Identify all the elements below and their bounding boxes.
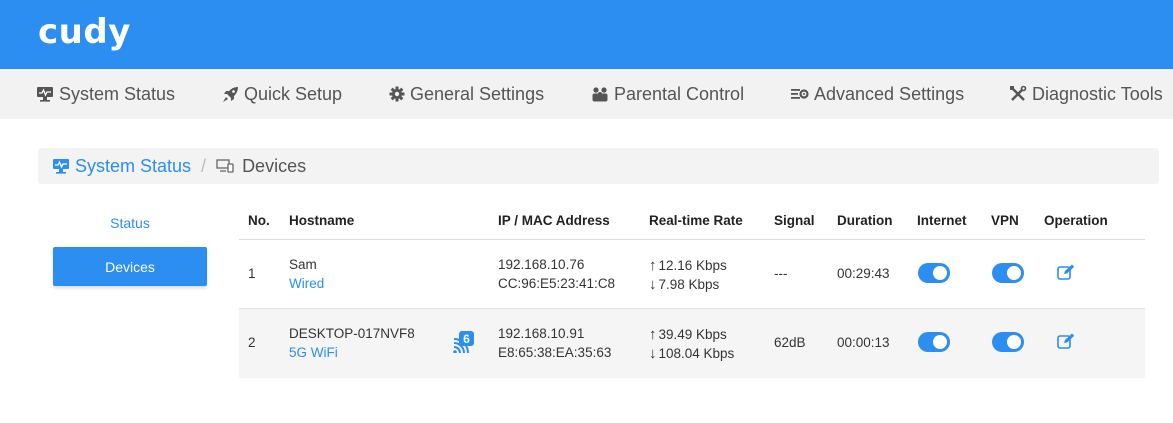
row-no: 1 <box>248 266 256 281</box>
row-no: 2 <box>248 335 256 350</box>
header-ip-mac: IP / MAC Address <box>498 213 610 228</box>
upload-value: 39.49 Kbps <box>658 327 727 342</box>
nav-label: Parental Control <box>614 83 745 104</box>
row-connection: Wired <box>289 276 325 291</box>
breadcrumb-system-status[interactable]: System Status <box>52 156 191 177</box>
row-signal: 62dB <box>774 335 806 350</box>
edit-icon[interactable] <box>1057 264 1075 281</box>
row-upload-rate: ↑ 39.49 Kbps <box>649 326 727 343</box>
download-value: 7.98 Kbps <box>658 277 720 292</box>
arrow-up-icon: ↑ <box>649 257 657 274</box>
header-hostname: Hostname <box>289 213 355 228</box>
gear-icon <box>389 86 405 102</box>
row-hostname: DESKTOP-017NVF8 <box>289 326 415 341</box>
nav-label: Advanced Settings <box>814 83 965 104</box>
nav-system-status[interactable]: System Status <box>36 69 175 119</box>
breadcrumb-parent-label: System Status <box>75 155 192 176</box>
row-hostname: Sam <box>289 257 317 272</box>
download-value: 108.04 Kbps <box>658 346 735 361</box>
breadcrumb-current: Devices <box>216 156 306 177</box>
edit-icon[interactable] <box>1057 333 1075 350</box>
nav-diagnostic-tools[interactable]: Diagnostic Tools <box>1009 69 1163 119</box>
vpn-toggle[interactable] <box>992 263 1024 283</box>
row-duration: 00:29:43 <box>837 266 890 281</box>
table-row: 2 DESKTOP-017NVF8 5G WiFi 6 192.168.10.9… <box>239 309 1145 378</box>
row-mac: E8:65:38:EA:35:63 <box>498 345 612 360</box>
nav-label: System Status <box>59 83 176 104</box>
header-vpn: VPN <box>991 213 1019 228</box>
row-duration: 00:00:13 <box>837 335 890 350</box>
vpn-toggle[interactable] <box>992 332 1024 352</box>
internet-toggle[interactable] <box>918 332 950 352</box>
row-ip: 192.168.10.76 <box>498 257 585 272</box>
breadcrumb-current-label: Devices <box>242 155 307 176</box>
row-ip: 192.168.10.91 <box>498 326 585 341</box>
top-header: cudy <box>0 0 1173 69</box>
header-internet: Internet <box>917 213 967 228</box>
arrow-down-icon: ↓ <box>649 345 657 362</box>
row-upload-rate: ↑ 12.16 Kbps <box>649 257 727 274</box>
header-duration: Duration <box>837 213 893 228</box>
nav-general-settings[interactable]: General Settings <box>389 69 544 119</box>
breadcrumb-separator: / <box>201 155 207 176</box>
table-header: No. Hostname IP / MAC Address Real-time … <box>239 201 1145 240</box>
devices-icon <box>216 159 234 173</box>
nav-label: Quick Setup <box>244 83 343 104</box>
header-operation: Operation <box>1044 213 1108 228</box>
header-rate: Real-time Rate <box>649 213 743 228</box>
sliders-gear-icon <box>791 89 809 99</box>
row-mac: CC:96:E5:23:41:C8 <box>498 276 616 291</box>
monitor-icon <box>53 159 69 174</box>
cudy-logo[interactable]: cudy <box>38 12 131 52</box>
arrow-down-icon: ↓ <box>649 276 657 293</box>
nav-quick-setup[interactable]: Quick Setup <box>222 69 342 119</box>
rocket-icon <box>223 86 238 102</box>
side-menu-status[interactable]: Status <box>53 210 207 236</box>
nav-parental-control[interactable]: Parental Control <box>591 69 744 119</box>
nav-label: General Settings <box>410 83 545 104</box>
internet-toggle[interactable] <box>918 263 950 283</box>
monitor-icon <box>37 87 53 102</box>
side-menu-devices[interactable]: Devices <box>53 247 207 286</box>
row-signal: --- <box>774 266 788 281</box>
row-download-rate: ↓ 7.98 Kbps <box>649 276 719 293</box>
family-icon <box>592 87 608 102</box>
nav-label: Diagnostic Tools <box>1032 83 1163 104</box>
tools-icon <box>1010 85 1027 101</box>
table-row: 1 Sam Wired 192.168.10.76 CC:96:E5:23:41… <box>239 240 1145 309</box>
breadcrumb: System Status / Devices <box>38 148 1159 184</box>
header-signal: Signal <box>774 213 815 228</box>
row-connection: 5G WiFi <box>289 345 338 360</box>
main-nav: System Status Quick Setup General Settin… <box>0 69 1173 119</box>
nav-advanced-settings[interactable]: Advanced Settings <box>791 69 964 119</box>
wifi6-icon: 6 <box>453 331 474 353</box>
row-download-rate: ↓ 108.04 Kbps <box>649 345 734 362</box>
header-no: No. <box>248 213 270 228</box>
devices-table: No. Hostname IP / MAC Address Real-time … <box>239 201 1145 378</box>
upload-value: 12.16 Kbps <box>658 258 727 273</box>
arrow-up-icon: ↑ <box>649 326 657 343</box>
